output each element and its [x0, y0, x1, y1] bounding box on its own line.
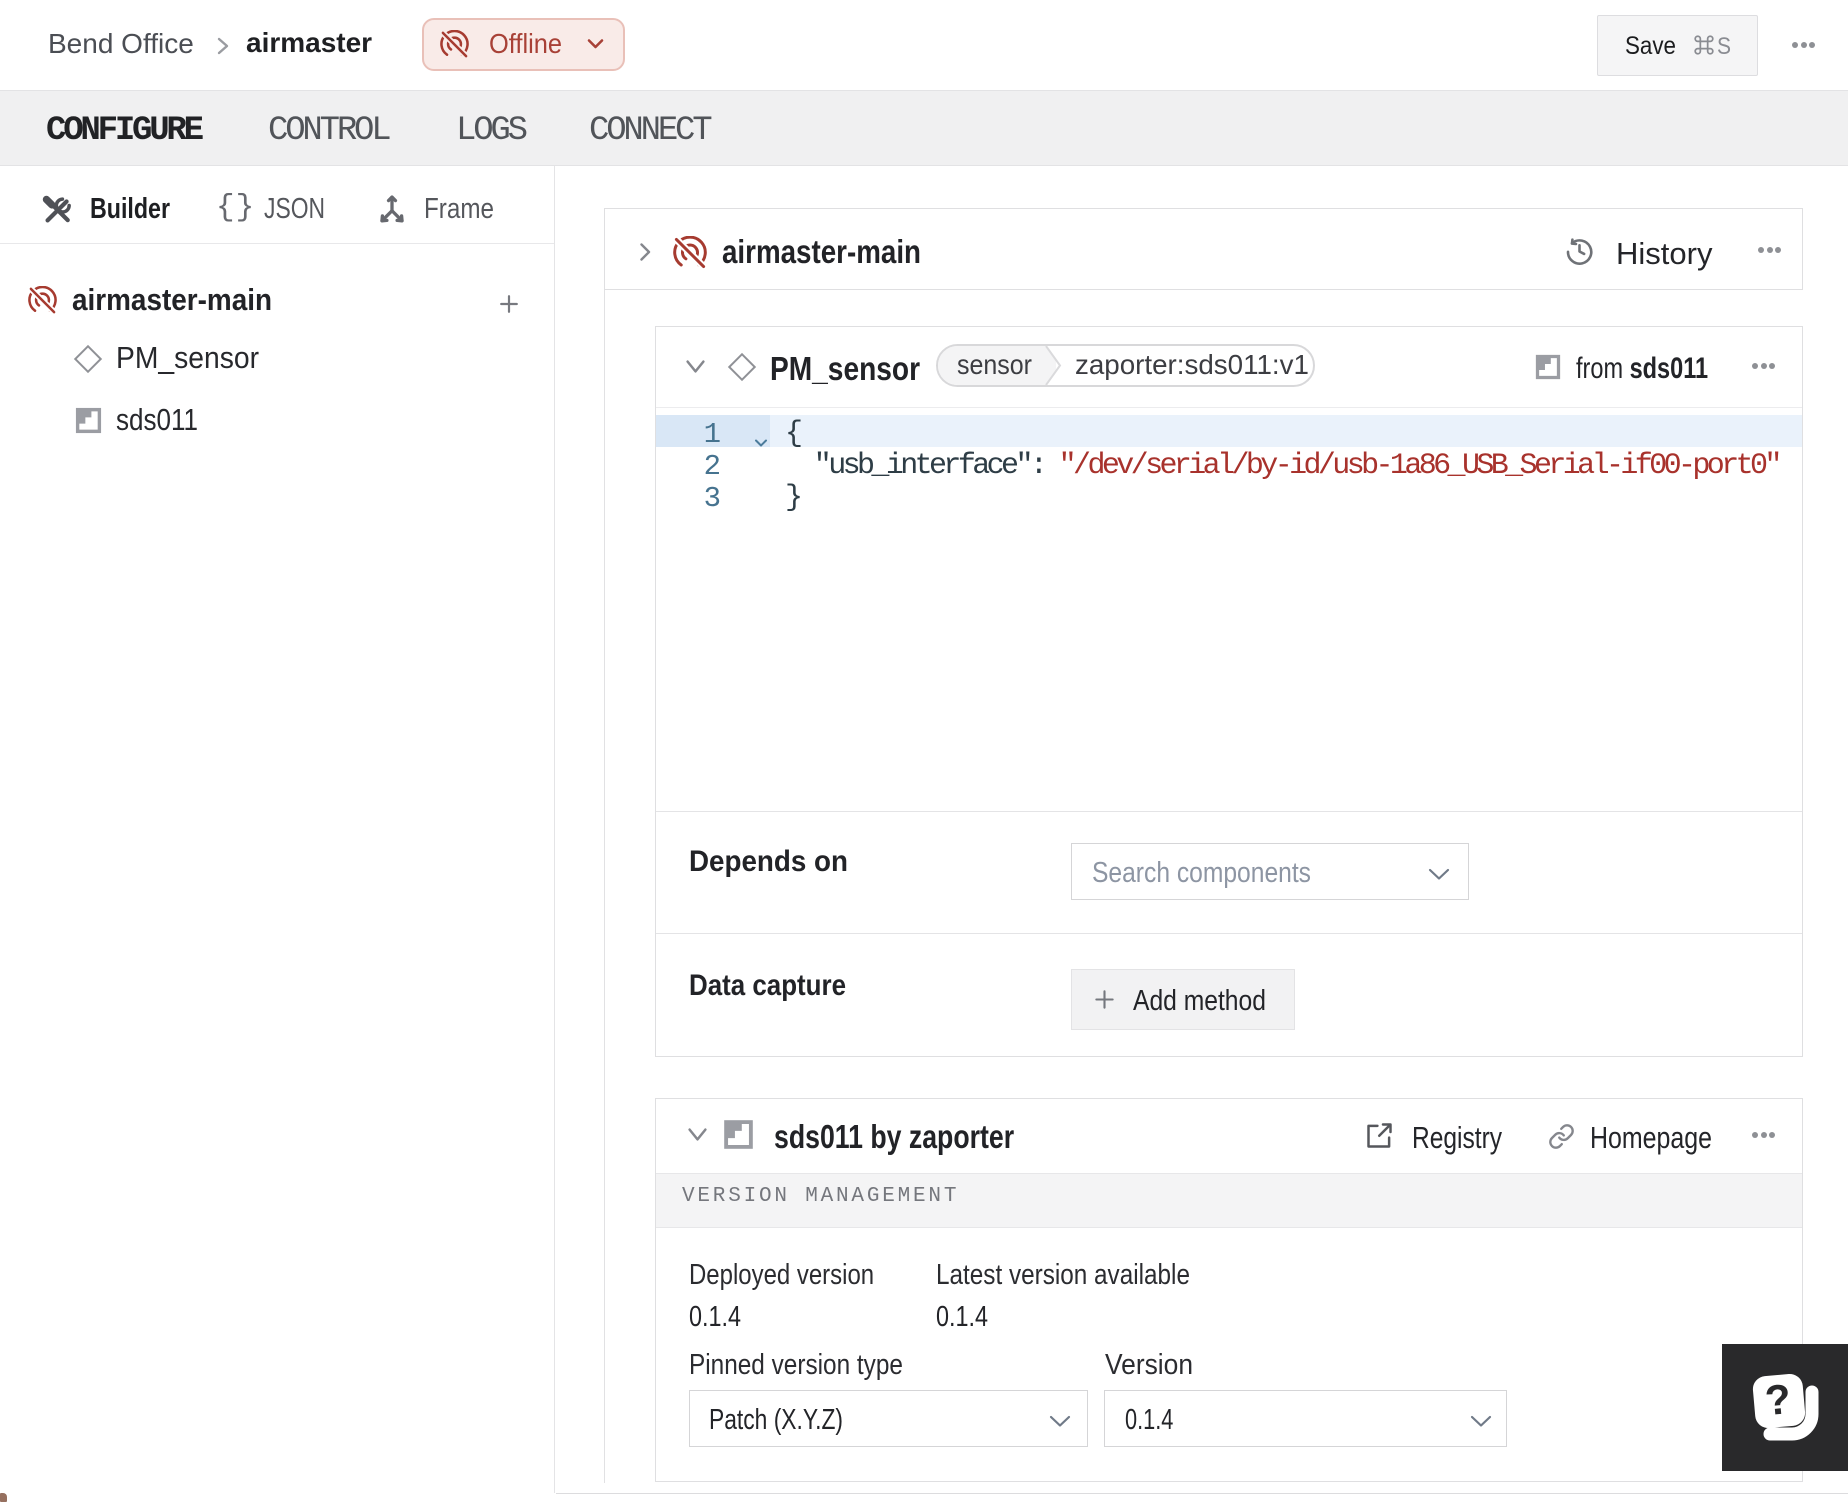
svg-text:?: ? — [1763, 1375, 1793, 1424]
